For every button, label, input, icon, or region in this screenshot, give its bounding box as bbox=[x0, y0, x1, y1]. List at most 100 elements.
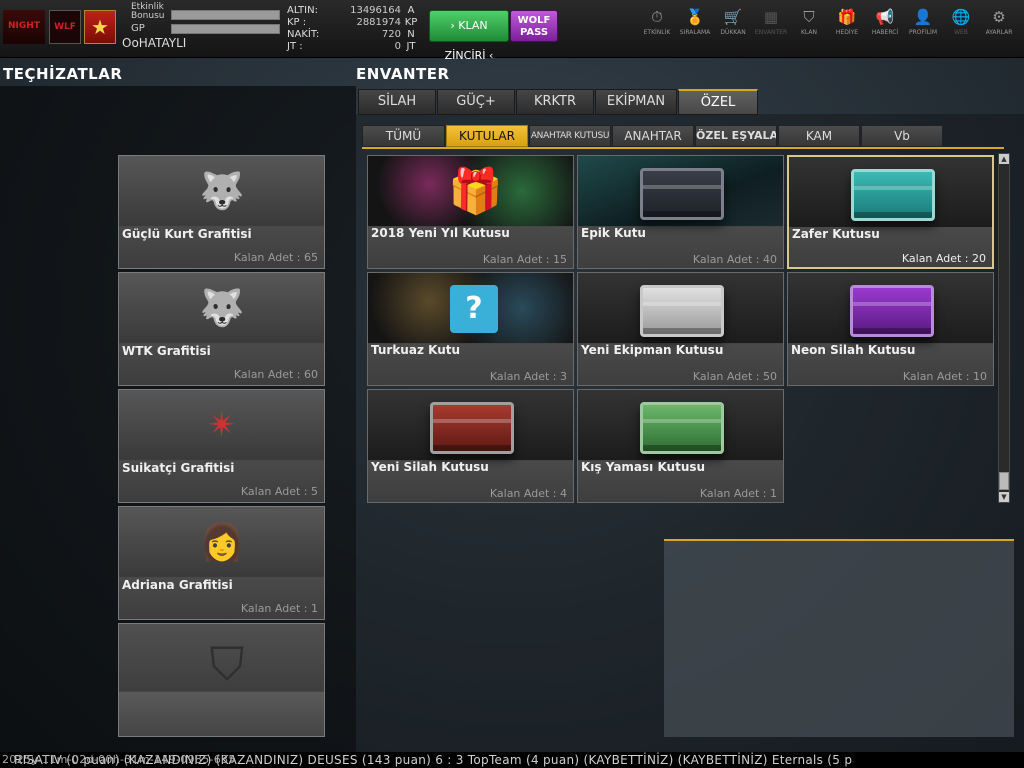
equipment-name: Adriana Grafitisi bbox=[122, 578, 233, 592]
gear-icon: ⚙ bbox=[992, 8, 1006, 26]
inventory-item[interactable]: Yeni Silah Kutusu Kalan Adet : 4 bbox=[367, 389, 574, 503]
item-name: Kış Yaması Kutusu bbox=[581, 460, 706, 474]
equipment-count: Kalan Adet : 5 bbox=[240, 485, 318, 498]
equipment-slot[interactable]: 👩 Adriana Grafitisi Kalan Adet : 1 bbox=[118, 506, 325, 620]
inventory-icon: ▦ bbox=[763, 8, 779, 26]
clan-emblem[interactable]: WLF bbox=[49, 10, 81, 44]
nav-dükkan[interactable]: 🛒 DÜKKAN bbox=[714, 8, 752, 36]
equipment-count: Kalan Adet : 60 bbox=[233, 368, 318, 381]
adriana-graffiti-icon: 👩 bbox=[199, 522, 245, 563]
strong-wolf-graffiti-icon: 🐺 bbox=[199, 171, 245, 212]
match-result-ticker: RISATIV (0 puan) (KAZANDINIZ) (KAZANDINI… bbox=[0, 752, 1024, 768]
weapon-crate-icon bbox=[430, 402, 514, 454]
victory-crate-icon bbox=[851, 169, 935, 221]
nav-geri̇[interactable]: « GERİ bbox=[1018, 8, 1024, 36]
nav-hedi̇ye[interactable]: 🎁 HEDİYE bbox=[828, 8, 866, 36]
inventory-item[interactable]: ? Turkuaz Kutu Kalan Adet : 3 bbox=[367, 272, 574, 386]
item-count: Kalan Adet : 40 bbox=[692, 253, 777, 266]
tab-weapon[interactable]: SİLAH bbox=[358, 89, 436, 115]
nav-label: WEB bbox=[954, 29, 968, 36]
currency-unit: JT bbox=[406, 41, 416, 52]
currency-label: NAKİT: bbox=[287, 29, 320, 40]
tab-power[interactable]: GÜÇ+ bbox=[437, 89, 515, 115]
inventory-title: ENVANTER bbox=[356, 65, 450, 83]
currency-label: KP : bbox=[287, 17, 307, 28]
inventory-item[interactable]: 🎁 2018 Yeni Yıl Kutusu Kalan Adet : 15 bbox=[367, 155, 574, 269]
stopwatch-icon: ⏱ bbox=[651, 8, 663, 26]
nav-profi̇li̇m[interactable]: 👤 PROFİLİM bbox=[904, 8, 942, 36]
nav-envanter[interactable]: ▦ ENVANTER bbox=[752, 8, 790, 36]
inventory-item-selected[interactable]: Zafer Kutusu Kalan Adet : 20 bbox=[787, 155, 994, 269]
subtab-other[interactable]: Vb bbox=[861, 125, 943, 147]
inventory-scrollbar[interactable]: ▲ ▼ bbox=[998, 153, 1010, 503]
item-name: Turkuaz Kutu bbox=[371, 343, 461, 357]
currency-jt: JT : 0 JT bbox=[287, 41, 423, 53]
nav-label: HEDİYE bbox=[835, 29, 859, 36]
currency-gold: ALTIN: 13496164 A bbox=[287, 5, 423, 17]
equipment-crate-icon bbox=[640, 285, 724, 337]
klan-chain-button[interactable]: › KLAN ZİNCİRİ ‹ bbox=[429, 10, 509, 62]
item-count: Kalan Adet : 50 bbox=[692, 370, 777, 383]
inventory-item[interactable]: Yeni Ekipman Kutusu Kalan Adet : 50 bbox=[577, 272, 784, 386]
winter-patch-crate-icon bbox=[640, 402, 724, 454]
clan-shield-icon: ⛉ bbox=[803, 8, 815, 26]
tab-equipment[interactable]: EKİPMAN bbox=[595, 89, 677, 115]
equipment-name: WTK Grafitisi bbox=[122, 344, 211, 358]
back-chevrons-icon: « bbox=[1018, 8, 1024, 27]
assassin-graffiti-icon: ✴ bbox=[206, 404, 238, 446]
currency-value: 720 bbox=[381, 29, 401, 40]
nav-klan[interactable]: ⛉ KLAN bbox=[790, 8, 828, 36]
subtab-all[interactable]: TÜMÜ bbox=[362, 125, 445, 147]
nav-label: KLAN bbox=[800, 29, 817, 36]
item-count: Kalan Adet : 15 bbox=[482, 253, 567, 266]
equipment-slot[interactable]: 🐺 Güçlü Kurt Grafitisi Kalan Adet : 65 bbox=[118, 155, 325, 269]
subtab-special-items[interactable]: ÖZEL EŞYALAR bbox=[695, 125, 777, 147]
globe-icon: 🌐 bbox=[951, 8, 971, 26]
nav-haberci̇[interactable]: 📢 HABERCİ bbox=[866, 8, 904, 36]
subtab-cam[interactable]: KAM bbox=[778, 125, 860, 147]
equipment-slot[interactable]: 🐺 WTK Grafitisi Kalan Adet : 60 bbox=[118, 272, 325, 386]
currency-label: ALTIN: bbox=[287, 5, 318, 16]
item-art bbox=[578, 273, 783, 343]
username: OoHATAYLI bbox=[122, 36, 187, 50]
currency-cash: NAKİT: 720 N bbox=[287, 29, 423, 41]
inventory-item[interactable]: Neon Silah Kutusu Kalan Adet : 10 bbox=[787, 272, 994, 386]
empty-shield-icon: ⛉ bbox=[209, 637, 245, 691]
equipment-count: Kalan Adet : 65 bbox=[233, 251, 318, 264]
nav-label: PROFİLİM bbox=[908, 29, 938, 36]
scroll-down-arrow-icon[interactable]: ▼ bbox=[999, 492, 1009, 502]
inventory-subtabs: TÜMÜ KUTULAR ANAHTAR KUTUSU ANAHTAR ÖZEL… bbox=[362, 125, 944, 147]
equipment-count: Kalan Adet : 1 bbox=[240, 602, 318, 615]
nav-web[interactable]: 🌐 WEB bbox=[942, 8, 980, 36]
nav-siralama[interactable]: 🏅 SIRALAMA bbox=[676, 8, 714, 36]
item-name: Zafer Kutusu bbox=[792, 227, 880, 241]
equipment-slot[interactable]: ✴ Suikatçi Grafitisi Kalan Adet : 5 bbox=[118, 389, 325, 503]
tab-character[interactable]: KRKTR bbox=[516, 89, 594, 115]
nav-label: GERİ bbox=[1018, 29, 1024, 36]
currency-unit: A bbox=[407, 5, 415, 16]
scroll-thumb[interactable] bbox=[999, 472, 1009, 490]
item-count: Kalan Adet : 3 bbox=[489, 370, 567, 383]
nav-etki̇nli̇k[interactable]: ⏱ ETKİNLİK bbox=[638, 8, 676, 36]
subtab-key[interactable]: ANAHTAR bbox=[612, 125, 694, 147]
tab-special[interactable]: ÖZEL bbox=[678, 89, 758, 115]
scroll-up-arrow-icon[interactable]: ▲ bbox=[999, 154, 1009, 164]
item-name: Epik Kutu bbox=[581, 226, 646, 240]
item-name: Yeni Silah Kutusu bbox=[371, 460, 489, 474]
inventory-tabs: SİLAH GÜÇ+ KRKTR EKİPMAN ÖZEL bbox=[358, 89, 759, 115]
nav-label: SIRALAMA bbox=[679, 29, 711, 36]
wolf-pass-button[interactable]: WOLF PASS bbox=[510, 10, 558, 42]
rank-star-icon: ★ bbox=[84, 10, 116, 44]
inventory-item[interactable]: Kış Yaması Kutusu Kalan Adet : 1 bbox=[577, 389, 784, 503]
nav-label: HABERCİ bbox=[871, 29, 899, 36]
subtab-boxes[interactable]: KUTULAR bbox=[446, 125, 528, 147]
inventory-item[interactable]: Epik Kutu Kalan Adet : 40 bbox=[577, 155, 784, 269]
nav-ayarlar[interactable]: ⚙ AYARLAR bbox=[980, 8, 1018, 36]
item-count: Kalan Adet : 1 bbox=[699, 487, 777, 500]
subtab-key-box[interactable]: ANAHTAR KUTUSU bbox=[529, 125, 611, 147]
nav-label: ETKİNLİK bbox=[643, 29, 671, 36]
empty-equipment-slot[interactable]: ⛉ bbox=[118, 623, 325, 737]
epic-crate-icon bbox=[640, 168, 724, 220]
megaphone-icon: 📢 bbox=[875, 8, 895, 26]
equipment-name: Güçlü Kurt Grafitisi bbox=[122, 227, 252, 241]
